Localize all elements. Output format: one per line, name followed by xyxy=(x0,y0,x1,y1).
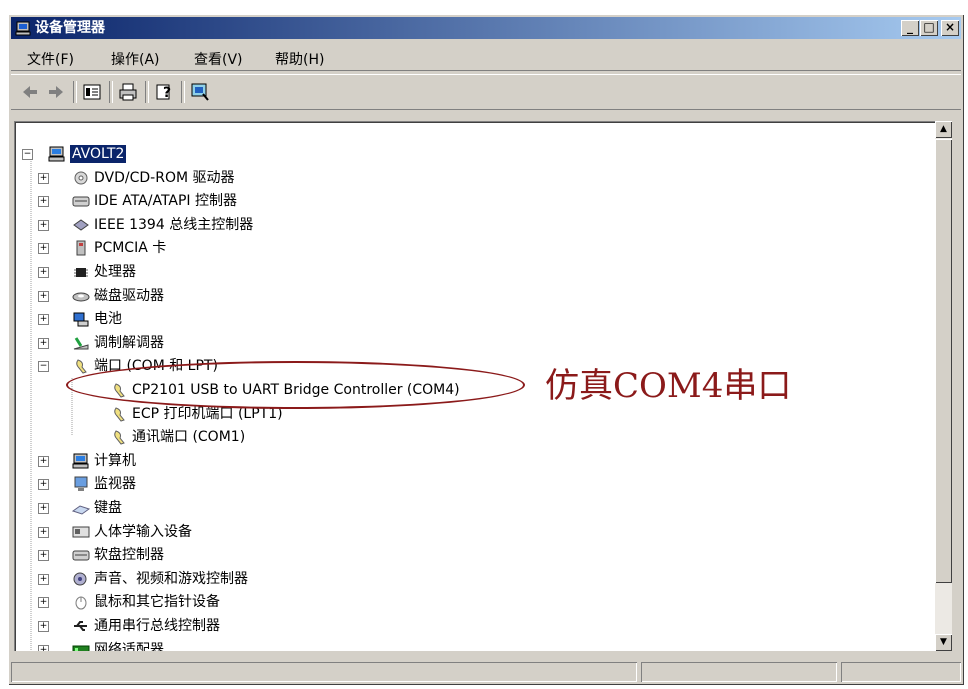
back-icon[interactable] xyxy=(19,81,41,103)
help-icon[interactable]: ? xyxy=(153,81,175,103)
toolbar: ? xyxy=(11,74,961,110)
status-panel-3 xyxy=(841,662,961,682)
tree-item-label: 计算机 xyxy=(94,452,136,469)
status-panel-2 xyxy=(641,662,837,682)
usb-icon xyxy=(74,621,87,631)
forward-icon[interactable] xyxy=(45,81,67,103)
tree-item-label: 人体学输入设备 xyxy=(94,523,192,540)
tree-item-label: PCMCIA 卡 xyxy=(94,240,167,257)
tree-item-label: 通讯端口 (COM1) xyxy=(132,429,246,446)
expand-icon[interactable]: + xyxy=(38,314,49,326)
toolbar-separator xyxy=(109,81,113,103)
expand-icon[interactable]: + xyxy=(38,337,49,349)
properties-icon[interactable] xyxy=(81,81,103,103)
monitor-icon xyxy=(74,476,88,492)
expand-icon[interactable]: + xyxy=(38,550,49,562)
expand-icon[interactable]: + xyxy=(38,573,49,585)
menu-file[interactable]: 文件(F) xyxy=(27,49,74,69)
close-button[interactable]: × xyxy=(941,20,959,36)
keyboard-icon xyxy=(72,505,90,515)
expand-icon[interactable]: + xyxy=(38,219,49,231)
expand-icon[interactable]: + xyxy=(38,243,49,255)
menu-action[interactable]: 操作(A) xyxy=(111,49,160,69)
print-icon[interactable] xyxy=(117,81,139,103)
toolbar-separator xyxy=(181,81,185,103)
computer-icon xyxy=(72,453,89,469)
tree-item-label: 磁盘驱动器 xyxy=(94,287,164,304)
network-icon xyxy=(72,645,90,651)
cpu-icon xyxy=(74,268,88,277)
collapse-icon[interactable]: − xyxy=(22,149,33,160)
tree-item-label: 监视器 xyxy=(94,476,136,493)
floppy-icon xyxy=(72,550,90,561)
highlight-oval xyxy=(66,361,525,409)
expand-icon[interactable]: + xyxy=(38,503,49,514)
battery-icon xyxy=(73,312,89,327)
expand-icon[interactable]: + xyxy=(38,479,49,491)
expand-icon[interactable]: + xyxy=(38,290,49,302)
scroll-up-button[interactable]: ▲ xyxy=(935,121,952,138)
tree-item-label: 键盘 xyxy=(94,500,122,516)
menu-view[interactable]: 查看(V) xyxy=(194,49,243,69)
modem-icon xyxy=(73,337,89,350)
menu-bar: 文件(F) 操作(A) 查看(V) 帮助(H) xyxy=(11,44,961,71)
expand-icon[interactable]: + xyxy=(38,526,49,538)
ieee1394-icon xyxy=(73,219,89,231)
port-icon xyxy=(114,430,125,445)
computer-icon xyxy=(15,21,31,36)
annotation-label: 仿真COM4串口 xyxy=(545,366,792,406)
hid-icon xyxy=(72,526,90,538)
tree-item-label: 声音、视频和游戏控制器 xyxy=(94,570,248,587)
vertical-scrollbar[interactable]: ▲ ▼ xyxy=(935,121,952,651)
device-manager-window: 设备管理器 _ □ × 文件(F) 操作(A) 查看(V) 帮助(H) ? − … xyxy=(8,14,964,685)
ide-icon xyxy=(72,196,90,207)
pcmcia-icon xyxy=(76,240,86,256)
expand-icon[interactable]: + xyxy=(38,172,49,184)
tree-item-label: 调制解调器 xyxy=(94,334,164,351)
status-panel-main xyxy=(11,662,637,682)
maximize-button[interactable]: □ xyxy=(920,20,938,36)
cdrom-icon xyxy=(74,171,88,185)
disk-icon xyxy=(72,292,90,302)
expand-icon[interactable]: + xyxy=(38,597,49,609)
title-bar[interactable]: 设备管理器 _ □ × xyxy=(11,17,961,39)
status-bar xyxy=(11,662,961,684)
tree-item-label: 网络适配器 xyxy=(94,641,164,651)
toolbar-separator xyxy=(73,81,77,103)
scroll-thumb[interactable] xyxy=(935,139,952,583)
window-title: 设备管理器 xyxy=(35,20,105,36)
tree-item-label: 通用串行总线控制器 xyxy=(94,618,220,634)
tree-item-label: IDE ATA/ATAPI 控制器 xyxy=(94,193,238,210)
tree-item-label: AVOLT2 xyxy=(70,145,127,163)
toolbar-separator xyxy=(145,81,149,103)
svg-text:?: ? xyxy=(163,85,171,101)
mouse-icon xyxy=(75,596,87,610)
tree-item-label: 处理器 xyxy=(94,264,136,280)
expand-icon[interactable]: + xyxy=(38,455,49,467)
port-icon xyxy=(114,407,125,422)
tree-item-label: 软盘控制器 xyxy=(94,547,164,564)
menu-help[interactable]: 帮助(H) xyxy=(275,49,324,69)
scan-hardware-icon[interactable] xyxy=(189,81,211,103)
expand-icon[interactable]: + xyxy=(38,267,49,278)
tree-item-label: 电池 xyxy=(94,311,122,328)
sound-icon xyxy=(73,572,87,586)
expand-icon[interactable]: + xyxy=(38,644,49,651)
computer-icon xyxy=(48,146,65,162)
tree-item-label: IEEE 1394 总线主控制器 xyxy=(94,216,254,233)
minimize-button[interactable]: _ xyxy=(901,20,919,36)
expand-icon[interactable]: + xyxy=(38,621,49,632)
scroll-down-button[interactable]: ▼ xyxy=(935,634,952,651)
collapse-icon[interactable]: − xyxy=(38,361,49,373)
tree-item-label: DVD/CD-ROM 驱动器 xyxy=(94,169,235,186)
tree-item-label: 鼠标和其它指针设备 xyxy=(94,594,220,611)
expand-icon[interactable]: + xyxy=(38,196,49,208)
port-icon xyxy=(76,359,87,374)
